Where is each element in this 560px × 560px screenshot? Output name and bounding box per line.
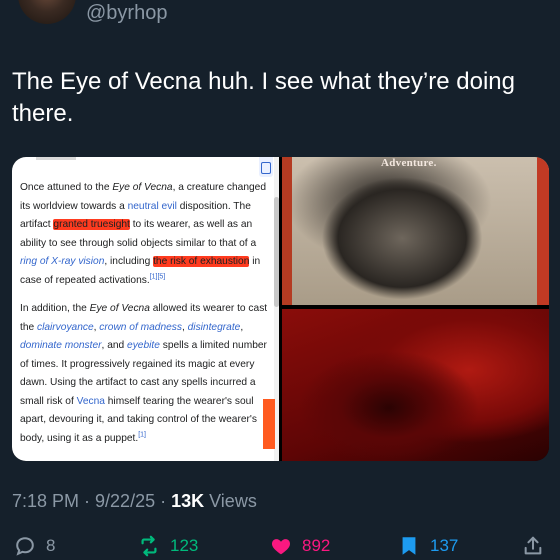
like-icon	[271, 539, 291, 555]
bookmark-count: 137	[430, 536, 459, 555]
link-neutral-evil[interactable]: neutral evil	[128, 201, 177, 212]
views-count: 13K	[171, 491, 205, 511]
share-button[interactable]	[522, 532, 554, 560]
link-vecna[interactable]: Vecna	[77, 396, 105, 407]
paragraph-1: Once attuned to the Eye of Vecna, a crea…	[20, 182, 267, 286]
link-crown-of-madness[interactable]: crown of madness	[99, 322, 182, 333]
link-clairvoyance[interactable]: clairvoyance	[37, 322, 94, 333]
orange-edge	[263, 399, 275, 449]
tweet-meta: 7:18 PM · 9/22/25 · 13K Views	[12, 491, 257, 512]
like-count: 892	[302, 536, 331, 555]
paragraph-2: In addition, the Eye of Vecna allowed it…	[20, 303, 268, 444]
avatar[interactable]	[18, 0, 76, 24]
repost-count: 123	[170, 536, 199, 555]
timestamp[interactable]: 7:18 PM · 9/22/25 ·	[12, 491, 171, 511]
cut-off-text	[36, 157, 76, 160]
reply-button[interactable]: 8	[14, 532, 55, 560]
citation[interactable]: [1][5]	[150, 273, 166, 280]
photo-border-left	[282, 157, 292, 305]
link-eyebite[interactable]: eyebite	[127, 340, 160, 351]
share-icon	[524, 536, 542, 555]
tweet-text: The Eye of Vecna huh. I see what they’re…	[12, 68, 515, 127]
reply-icon	[16, 537, 34, 556]
action-bar: 8 123 892 137	[0, 532, 560, 560]
reply-count: 8	[46, 536, 56, 555]
photo-border-right	[537, 157, 549, 305]
article-body: Once attuned to the Eye of Vecna, a crea…	[20, 179, 270, 458]
photo-red-poster[interactable]	[282, 309, 549, 461]
photo-portrait[interactable]	[282, 157, 549, 305]
media-grid: Once attuned to the Eye of Vecna, a crea…	[12, 157, 549, 461]
views-label: Views	[204, 491, 257, 511]
highlight-truesight: granted truesight	[53, 219, 130, 230]
toc-icon	[261, 162, 271, 174]
bookmark-button[interactable]: 137	[398, 532, 458, 560]
poster-text: Adventure.	[381, 157, 437, 169]
highlight-exhaustion: the risk of exhaustion	[153, 256, 250, 267]
repost-button[interactable]: 123	[138, 532, 198, 560]
citation[interactable]: [1]	[138, 431, 146, 438]
link-ring-xray[interactable]: ring of X-ray vision	[20, 256, 104, 267]
author-handle[interactable]: @byrhop	[86, 2, 167, 25]
bookmark-icon	[402, 537, 416, 555]
repost-icon	[141, 535, 157, 557]
like-button[interactable]: 892	[270, 532, 330, 560]
tweet-header: @byrhop	[0, 0, 560, 40]
link-disintegrate[interactable]: disintegrate	[188, 322, 241, 333]
doc-scroll-thumb	[274, 197, 279, 307]
link-dominate-monster[interactable]: dominate monster	[20, 340, 102, 351]
wiki-screenshot[interactable]: Once attuned to the Eye of Vecna, a crea…	[12, 157, 279, 461]
